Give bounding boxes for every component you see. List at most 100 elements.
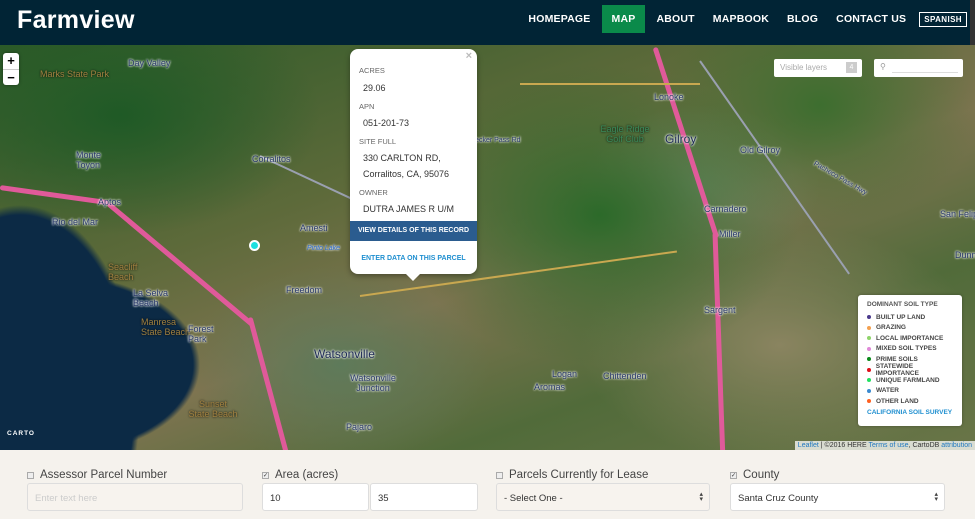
- highway-101: [712, 232, 726, 450]
- close-icon[interactable]: ×: [466, 50, 472, 62]
- map-label: Pacheco Pass Hwy: [812, 160, 869, 197]
- legend-label: WATER: [876, 387, 899, 395]
- map-search-input[interactable]: ⚲: [874, 59, 963, 77]
- legend-label: BUILT UP LAND: [876, 313, 926, 321]
- legend-dot-icon: [867, 367, 871, 372]
- filter-panel: Assessor Parcel Number Enter text here ✓…: [0, 450, 975, 519]
- map-label: Pajaro: [346, 422, 373, 432]
- visible-layers-label: Visible layers: [780, 63, 827, 72]
- map-canvas[interactable]: Marks State Park Day Valley Monte Toyon …: [0, 45, 975, 450]
- lease-filter-label: Parcels Currently for Lease: [509, 469, 649, 481]
- legend-item: MIXED SOIL TYPES: [867, 344, 953, 355]
- map-label: Logan: [552, 369, 578, 379]
- acres-value: 29.06: [363, 83, 386, 93]
- enter-data-link[interactable]: ENTER DATA ON THIS PARCEL: [350, 255, 477, 262]
- map-label: Seacliff Beach: [108, 262, 138, 282]
- location-marker[interactable]: [249, 240, 260, 251]
- soil-survey-link[interactable]: CALIFORNIA SOIL SURVEY: [867, 409, 953, 416]
- lease-filter: Parcels Currently for Lease - Select One…: [496, 468, 710, 511]
- visible-layers-dropdown[interactable]: Visible layers 4: [774, 59, 862, 77]
- hecker-pass-rd: [520, 83, 700, 85]
- legend-dot-icon: [867, 336, 871, 341]
- owner-label: OWNER: [359, 188, 388, 197]
- attribution-link[interactable]: attribution: [941, 442, 972, 449]
- site-label: SITE FULL: [359, 137, 397, 146]
- map-label: Day Valley: [128, 58, 171, 68]
- map-label: Rio del Mar: [52, 217, 99, 227]
- search-icon: ⚲: [880, 62, 886, 71]
- legend-item: LOCAL IMPORTANCE: [867, 333, 953, 344]
- map-label: Amesti: [300, 223, 328, 233]
- nav-blog[interactable]: BLOG: [778, 5, 827, 33]
- map-label: Carnadero: [704, 204, 747, 214]
- legend-dot-icon: [867, 399, 871, 404]
- map-label: La Selva Beach: [133, 288, 169, 308]
- view-details-button[interactable]: VIEW DETAILS OF THIS RECORD: [350, 221, 477, 241]
- apn-input[interactable]: Enter text here: [27, 483, 243, 511]
- map-label: Freedom: [286, 285, 323, 295]
- apn-filter-label: Assessor Parcel Number: [40, 469, 168, 481]
- nav-mapbook[interactable]: MAPBOOK: [704, 5, 778, 33]
- county-select[interactable]: Santa Cruz County ▴ ▾: [730, 483, 945, 511]
- copyright-text: | ©2016 HERE: [818, 442, 869, 449]
- map-label: Aptos: [98, 197, 122, 207]
- map-label: Eagle Ridge Golf Club: [600, 124, 650, 144]
- legend-dot-icon: [867, 325, 871, 330]
- map-label: Corralitos: [252, 154, 291, 164]
- legend-item: BUILT UP LAND: [867, 312, 953, 323]
- terms-link[interactable]: Terms of use: [868, 442, 908, 449]
- area-filter: ✓ Area (acres) 10 35: [262, 468, 478, 511]
- legend-label: STATEWIDE IMPORTANCE: [875, 362, 919, 377]
- highway-1: [247, 316, 292, 450]
- map-label: San Felipe: [940, 209, 975, 219]
- county-checkbox[interactable]: ✓: [730, 471, 737, 479]
- nav-map[interactable]: MAP: [601, 5, 646, 33]
- soil-legend: DOMINANT SOIL TYPE BUILT UP LAND GRAZING…: [858, 295, 962, 426]
- legend-label: OTHER LAND: [876, 397, 919, 405]
- top-navbar: Farmview HOMEPAGE MAP ABOUT MAPBOOK BLOG…: [0, 0, 975, 45]
- spanish-button[interactable]: SPANISH: [919, 11, 967, 27]
- map-attribution: Leaflet | ©2016 HERE Terms of use, Carto…: [794, 441, 975, 450]
- lease-checkbox[interactable]: [496, 471, 503, 479]
- map-label: Miller: [719, 229, 741, 239]
- map-label: Sargent: [704, 305, 736, 315]
- area-max-input[interactable]: 35: [370, 483, 478, 511]
- nav-homepage[interactable]: HOMEPAGE: [519, 5, 599, 33]
- legend-item: OTHER LAND: [867, 396, 953, 407]
- map-label: Watsonville: [314, 347, 375, 361]
- zoom-in-button[interactable]: +: [3, 53, 19, 69]
- map-label: Pinto Lake: [307, 245, 341, 252]
- legend-label: GRAZING: [876, 324, 906, 332]
- map-label: Watsonville Junction: [350, 373, 396, 393]
- map-label: Forest Park: [188, 324, 214, 344]
- county-filter: ✓ County Santa Cruz County ▴ ▾: [730, 468, 945, 511]
- legend-dot-icon: [867, 346, 871, 351]
- county-select-value: Santa Cruz County: [738, 493, 819, 504]
- zoom-out-button[interactable]: −: [3, 69, 19, 85]
- map-label: Gilroy: [665, 132, 697, 146]
- zoom-control: + −: [3, 53, 19, 85]
- nav-contact-us[interactable]: CONTACT US: [827, 5, 915, 33]
- scrollbar[interactable]: [970, 0, 975, 45]
- legend-item: WATER: [867, 386, 953, 397]
- legend-label: MIXED SOIL TYPES: [876, 345, 937, 353]
- highway-1: [0, 185, 110, 206]
- owner-value: DUTRA JAMES R U/M: [363, 204, 455, 214]
- map-label: Hecker Pass Rd: [470, 137, 521, 144]
- leaflet-link[interactable]: Leaflet: [798, 442, 819, 449]
- apn-value: 051-201-73: [363, 118, 410, 128]
- area-min-input[interactable]: 10: [262, 483, 369, 511]
- map-label: Dunneville: [955, 250, 975, 260]
- select-arrows-icon: ▴ ▾: [699, 491, 703, 503]
- map-label: Old Gilroy: [740, 145, 781, 155]
- lease-select-value: - Select One -: [504, 493, 563, 504]
- area-checkbox[interactable]: ✓: [262, 471, 269, 479]
- carto-logo: CARTO: [7, 430, 35, 437]
- map-label: Manresa State Beach: [141, 317, 191, 337]
- site-address-line1: 330 CARLTON RD,: [363, 153, 441, 163]
- legend-label: UNIQUE FARMLAND: [876, 376, 940, 384]
- logo[interactable]: Farmview: [17, 6, 135, 35]
- nav-about[interactable]: ABOUT: [647, 5, 703, 33]
- lease-select[interactable]: - Select One - ▴ ▾: [496, 483, 710, 511]
- apn-checkbox[interactable]: [27, 471, 34, 479]
